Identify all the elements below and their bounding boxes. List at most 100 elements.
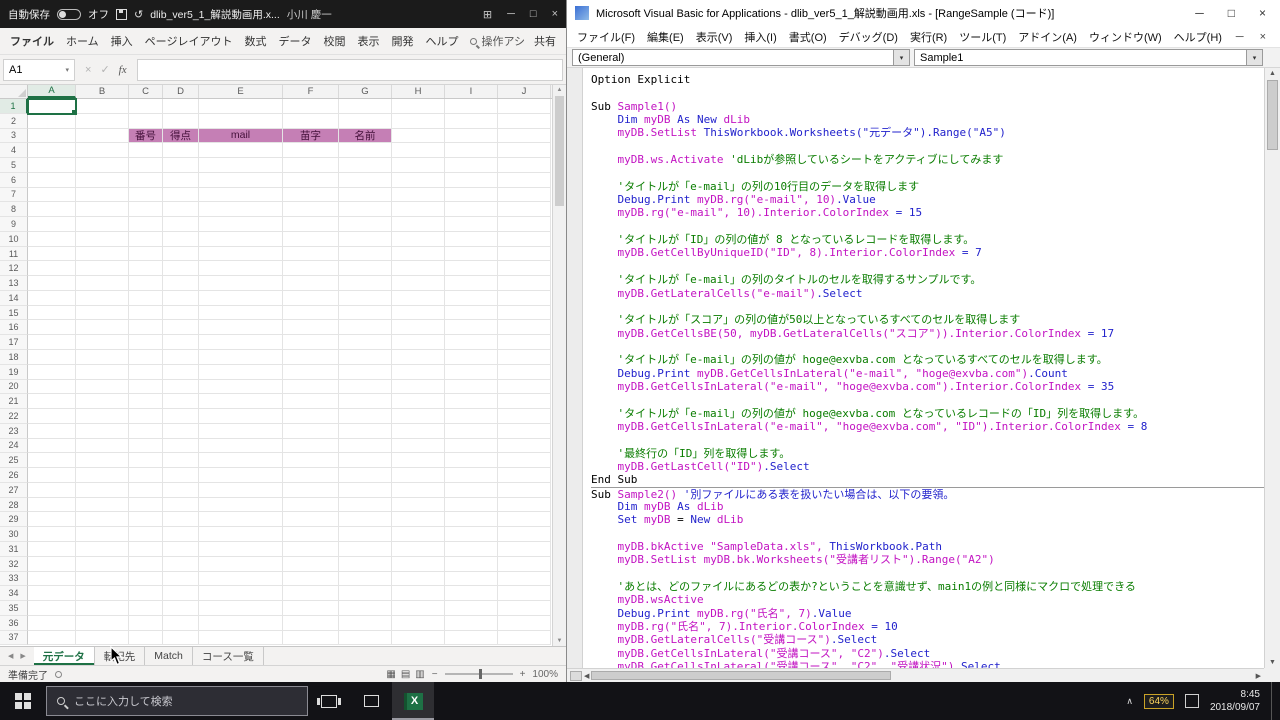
formula-input[interactable] [137, 59, 563, 81]
cell-D21[interactable] [163, 394, 199, 409]
cell-E12[interactable] [199, 261, 283, 276]
cell-D24[interactable] [163, 439, 199, 454]
cell-C26[interactable] [129, 468, 163, 483]
cell-G5[interactable] [339, 158, 392, 173]
cell-F36[interactable] [283, 616, 339, 631]
cell-B22[interactable] [76, 409, 129, 424]
cell-I2[interactable] [445, 114, 498, 129]
cell-F5[interactable] [283, 158, 339, 173]
cell-B30[interactable] [76, 527, 129, 542]
cell-I18[interactable] [445, 350, 498, 365]
cell-C30[interactable] [129, 527, 163, 542]
cell-F23[interactable] [283, 424, 339, 439]
cell-G17[interactable] [339, 335, 392, 350]
cell-D32[interactable] [163, 557, 199, 572]
cell-D3[interactable]: 得点 [163, 129, 199, 144]
cell-H6[interactable] [392, 173, 445, 188]
cell-E18[interactable] [199, 350, 283, 365]
cell-J8[interactable] [498, 202, 551, 217]
cell-B2[interactable] [76, 114, 129, 129]
cell-E3[interactable]: mail [199, 129, 283, 144]
cell-G25[interactable] [339, 453, 392, 468]
column-header-H[interactable]: H [392, 85, 445, 98]
task-view-button[interactable] [308, 682, 350, 720]
cell-D7[interactable] [163, 188, 199, 203]
cell-I27[interactable] [445, 483, 498, 498]
cell-B20[interactable] [76, 380, 129, 395]
cell-A5[interactable] [28, 158, 76, 173]
cell-J16[interactable] [498, 320, 551, 335]
cell-G15[interactable] [339, 306, 392, 321]
cell-D28[interactable] [163, 498, 199, 513]
cell-B26[interactable] [76, 468, 129, 483]
row-header-33[interactable]: 33 [0, 572, 28, 587]
column-header-A[interactable]: A [28, 85, 76, 98]
ribbon-tab-8[interactable]: 表示 [351, 29, 385, 53]
cell-E4[interactable] [199, 143, 283, 158]
start-button[interactable] [0, 682, 46, 720]
cell-C1[interactable] [129, 99, 163, 114]
cell-J22[interactable] [498, 409, 551, 424]
cell-C11[interactable] [129, 247, 163, 262]
cell-H24[interactable] [392, 439, 445, 454]
cell-G23[interactable] [339, 424, 392, 439]
cell-H13[interactable] [392, 276, 445, 291]
cell-E6[interactable] [199, 173, 283, 188]
cell-G30[interactable] [339, 527, 392, 542]
cell-G10[interactable] [339, 232, 392, 247]
cell-D2[interactable] [163, 114, 199, 129]
cell-E2[interactable] [199, 114, 283, 129]
cell-F12[interactable] [283, 261, 339, 276]
object-dropdown[interactable]: (General) ▾ [572, 49, 910, 66]
scroll-down-icon[interactable]: ▼ [1269, 659, 1276, 666]
cell-A18[interactable] [28, 350, 76, 365]
cell-B36[interactable] [76, 616, 129, 631]
name-box[interactable]: A1 ▾ [3, 59, 75, 81]
cell-D9[interactable] [163, 217, 199, 232]
row-header-18[interactable]: 18 [0, 350, 28, 365]
cell-D31[interactable] [163, 542, 199, 557]
cell-I14[interactable] [445, 291, 498, 306]
cell-F21[interactable] [283, 394, 339, 409]
scroll-up-icon[interactable]: ▲ [1269, 70, 1276, 77]
cell-B17[interactable] [76, 335, 129, 350]
cell-H14[interactable] [392, 291, 445, 306]
cell-J7[interactable] [498, 188, 551, 203]
cell-A12[interactable] [28, 261, 76, 276]
cell-C10[interactable] [129, 232, 163, 247]
ribbon-tab-1[interactable]: ファイル [4, 29, 60, 53]
cell-F19[interactable] [283, 365, 339, 380]
cell-A11[interactable] [28, 247, 76, 262]
cell-B25[interactable] [76, 453, 129, 468]
cell-E17[interactable] [199, 335, 283, 350]
cell-F4[interactable] [283, 143, 339, 158]
cell-D23[interactable] [163, 424, 199, 439]
window-app-button[interactable] [350, 682, 392, 720]
scroll-thumb[interactable] [1267, 80, 1278, 150]
account-name[interactable]: 小川 慶一 [287, 7, 332, 22]
cell-D14[interactable] [163, 291, 199, 306]
cell-G32[interactable] [339, 557, 392, 572]
cell-E20[interactable] [199, 380, 283, 395]
cell-B28[interactable] [76, 498, 129, 513]
cell-A22[interactable] [28, 409, 76, 424]
cell-F6[interactable] [283, 173, 339, 188]
row-header-35[interactable]: 35 [0, 601, 28, 616]
cell-I33[interactable] [445, 572, 498, 587]
cell-G34[interactable] [339, 586, 392, 601]
cell-A20[interactable] [28, 380, 76, 395]
cell-A24[interactable] [28, 439, 76, 454]
cell-G8[interactable] [339, 202, 392, 217]
cell-D33[interactable] [163, 572, 199, 587]
cell-J5[interactable] [498, 158, 551, 173]
cell-C16[interactable] [129, 320, 163, 335]
cell-F22[interactable] [283, 409, 339, 424]
cell-H17[interactable] [392, 335, 445, 350]
cell-F31[interactable] [283, 542, 339, 557]
cell-H2[interactable] [392, 114, 445, 129]
cell-I21[interactable] [445, 394, 498, 409]
cell-A23[interactable] [28, 424, 76, 439]
cell-E7[interactable] [199, 188, 283, 203]
row-header-17[interactable]: 17 [0, 335, 28, 350]
sheet-tab-Match[interactable]: Match [145, 647, 193, 665]
